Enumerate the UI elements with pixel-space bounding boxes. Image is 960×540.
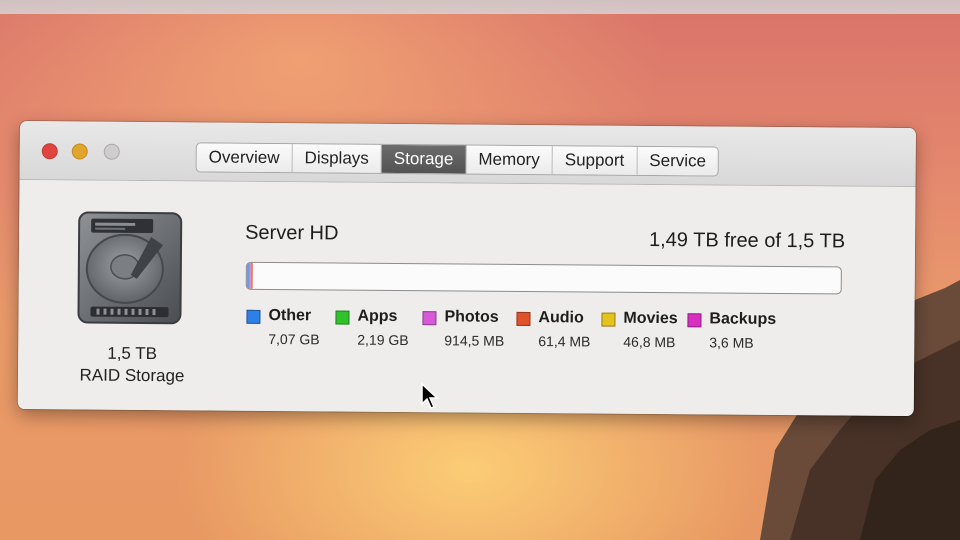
tab-support[interactable]: Support bbox=[552, 146, 638, 175]
tab-service[interactable]: Service bbox=[637, 146, 719, 176]
volume-name: Server HD bbox=[245, 221, 339, 245]
legend-swatch bbox=[246, 309, 261, 324]
legend-label: Apps bbox=[357, 307, 398, 325]
legend-size: 46,8 MB bbox=[623, 333, 676, 351]
legend-swatch bbox=[601, 312, 616, 327]
device-type: RAID Storage bbox=[79, 365, 185, 386]
legend-swatch bbox=[516, 311, 531, 327]
tab-storage[interactable]: Storage bbox=[381, 144, 467, 174]
legend-label: Photos bbox=[444, 308, 499, 326]
device-capacity: 1,5 TB bbox=[107, 343, 158, 364]
volume-free-space: 1,49 TB free of 1,5 TB bbox=[648, 228, 846, 253]
legend-swatch bbox=[335, 310, 350, 325]
storage-legend: Other 7,07 GB Apps 2,19 GB Photos 914,5 … bbox=[246, 307, 806, 361]
hard-drive-icon bbox=[77, 211, 183, 325]
tab-overview[interactable]: Overview bbox=[196, 143, 293, 173]
tab-memory[interactable]: Memory bbox=[466, 145, 553, 175]
close-button[interactable] bbox=[41, 143, 58, 160]
legend-size: 61,4 MB bbox=[538, 333, 591, 350]
legend-label: Other bbox=[268, 306, 312, 325]
usage-bar-segment bbox=[250, 262, 253, 289]
background-top-strip bbox=[0, 0, 960, 14]
device-caption: 1,5 TB RAID Storage bbox=[58, 342, 206, 387]
legend-size: 7,07 GB bbox=[268, 330, 320, 348]
legend-label: Audio bbox=[538, 309, 584, 327]
legend-label: Backups bbox=[709, 310, 777, 328]
zoom-button[interactable] bbox=[103, 143, 120, 160]
minimize-button[interactable] bbox=[71, 143, 88, 160]
about-this-mac-window: Overview Displays Storage Memory Support… bbox=[17, 121, 916, 417]
tab-displays[interactable]: Displays bbox=[292, 144, 382, 173]
storage-usage-bar bbox=[245, 261, 842, 295]
legend-swatch bbox=[422, 311, 437, 326]
legend-size: 914,5 MB bbox=[444, 332, 505, 349]
legend-size: 3,6 MB bbox=[709, 334, 754, 351]
legend-swatch bbox=[687, 313, 702, 328]
storage-panel: 1,5 TB RAID Storage Server HD 1,49 TB fr… bbox=[17, 179, 916, 417]
tab-bar: Overview Displays Storage Memory Support… bbox=[195, 142, 720, 177]
legend-size: 2,19 GB bbox=[357, 331, 409, 349]
mouse-pointer-icon bbox=[421, 382, 439, 409]
legend-label: Movies bbox=[623, 309, 678, 328]
window-titlebar: Overview Displays Storage Memory Support… bbox=[19, 121, 916, 188]
